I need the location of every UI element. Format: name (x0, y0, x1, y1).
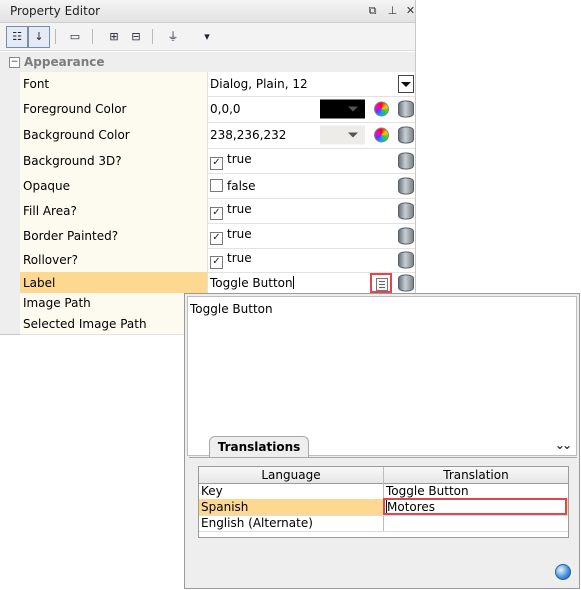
translation-value: Motores (387, 500, 436, 514)
property-value: true (227, 201, 252, 216)
grid-gutter (0, 72, 20, 334)
database-binding-icon[interactable] (398, 152, 414, 169)
dropdown-arrow-icon[interactable]: ▾ (196, 26, 218, 48)
database-binding-icon[interactable] (398, 126, 414, 144)
column-header-language[interactable]: Language (199, 468, 383, 482)
chevron-double-down-icon[interactable]: ⌄⌄ (555, 438, 572, 452)
database-binding-icon[interactable] (398, 274, 414, 291)
collapse-icon[interactable]: − (9, 57, 20, 68)
color-swatch[interactable] (320, 99, 365, 119)
database-binding-icon[interactable] (398, 100, 414, 118)
color-wheel-icon[interactable] (374, 101, 389, 117)
property-name: Background Color (23, 128, 130, 142)
property-value: true (227, 251, 252, 265)
language-cell: English (Alternate) (201, 516, 313, 530)
checkbox[interactable]: ✓ (210, 206, 223, 220)
customizer-icon[interactable]: ▭ (64, 26, 86, 48)
database-binding-icon[interactable] (398, 227, 414, 244)
pin-icon[interactable]: ⊥ (386, 4, 399, 17)
property-row-background-3d[interactable]: Background 3D? ✓ true (20, 148, 415, 174)
close-icon[interactable]: ✕ (404, 4, 417, 17)
property-row-label[interactable]: Label Toggle Button (20, 272, 415, 294)
checkbox[interactable]: ✓ (210, 256, 223, 269)
category-row-appearance[interactable]: − Appearance (0, 52, 415, 72)
translations-table: Language Translation Key Toggle Button S… (198, 466, 569, 538)
property-name: Opaque (23, 178, 71, 193)
chevron-down-icon (348, 106, 358, 112)
table-row-selected[interactable]: Spanish Motores (199, 498, 568, 516)
toolbar-separator (92, 29, 93, 44)
panel-title: Property Editor (10, 4, 101, 18)
category-label: Appearance (24, 55, 105, 69)
database-binding-icon[interactable] (398, 202, 414, 219)
popup-tab-strip: Translations ⌄⌄ (189, 436, 577, 458)
tab-underline (189, 457, 577, 458)
language-cell: Spanish (201, 500, 249, 514)
translation-popup: Toggle Button Translations ⌄⌄ Language T… (184, 293, 580, 589)
database-binding-icon[interactable] (398, 251, 414, 269)
label-value-input[interactable]: Toggle Button (210, 276, 293, 290)
language-cell: Key (201, 484, 223, 498)
property-value[interactable]: Dialog, Plain, 12 (210, 77, 308, 91)
property-editor-panel: Property Editor ⧉ ⊥ ✕ ☷ ↓ ▭ ⊞ ⊟ ⏚ ▾ − Ap… (0, 0, 416, 335)
property-value[interactable]: 238,236,232 (210, 128, 286, 142)
property-value[interactable]: 0,0,0 (210, 102, 241, 116)
property-row-border-painted[interactable]: Border Painted? ✓ true (20, 223, 415, 249)
checkbox[interactable]: ✓ (210, 156, 223, 170)
collapse-all-icon[interactable]: ⊟ (125, 26, 147, 48)
property-name: Background 3D? (23, 153, 122, 168)
property-row-foreground-color[interactable]: Foreground Color 0,0,0 (20, 96, 415, 123)
toolbar-separator (55, 29, 56, 44)
property-name: Image Path (23, 296, 91, 310)
checkbox[interactable] (210, 178, 223, 192)
translation-edit-field[interactable]: Motores (383, 498, 567, 515)
alphabetical-sort-icon[interactable]: ↓ (28, 26, 50, 48)
chevron-down-icon (348, 132, 358, 138)
tab-translations[interactable]: Translations (209, 436, 309, 458)
property-name: Border Painted? (23, 228, 119, 243)
property-name: Font (23, 77, 50, 91)
globe-icon[interactable] (555, 564, 571, 580)
chevron-down-icon (401, 82, 411, 87)
property-row-fill-area[interactable]: Fill Area? ✓ true (20, 198, 415, 224)
property-toolbar: ☷ ↓ ▭ ⊞ ⊟ ⏚ ▾ (0, 23, 415, 51)
checkbox[interactable]: ✓ (210, 231, 223, 245)
property-name: Rollover? (23, 253, 78, 267)
property-value: true (227, 151, 252, 166)
property-row-opaque[interactable]: Opaque false (20, 173, 415, 199)
font-dropdown-button[interactable] (398, 75, 414, 93)
color-swatch[interactable] (320, 125, 365, 145)
panel-title-bar: Property Editor ⧉ ⊥ ✕ (0, 0, 415, 23)
text-caret (292, 275, 294, 289)
database-binding-icon[interactable] (398, 177, 414, 194)
property-row-font[interactable]: Font Dialog, Plain, 12 (20, 72, 415, 97)
property-name: Selected Image Path (23, 316, 147, 331)
table-row[interactable]: English (Alternate) (199, 515, 568, 532)
property-value: true (227, 226, 252, 241)
toolbar-separator (152, 29, 153, 44)
edit-translations-button[interactable] (370, 272, 392, 293)
filter-icon[interactable]: ⏚ (162, 26, 184, 48)
restore-icon[interactable]: ⧉ (366, 4, 379, 17)
document-icon (376, 277, 388, 291)
color-wheel-icon[interactable] (374, 127, 389, 143)
categorized-sort-icon[interactable]: ☷ (6, 26, 28, 48)
expand-all-icon[interactable]: ⊞ (103, 26, 125, 48)
label-text: Toggle Button (190, 302, 273, 316)
property-value: false (227, 178, 256, 193)
property-row-rollover[interactable]: Rollover? ✓ true (20, 248, 415, 273)
column-header-translation[interactable]: Translation (384, 468, 568, 482)
label-text-area[interactable]: Toggle Button (187, 296, 577, 456)
property-name: Foreground Color (23, 102, 127, 116)
property-row-background-color[interactable]: Background Color 238,236,232 (20, 122, 415, 149)
property-name: Fill Area? (23, 203, 77, 218)
property-name: Label (23, 275, 56, 290)
translation-cell: Toggle Button (386, 484, 469, 498)
